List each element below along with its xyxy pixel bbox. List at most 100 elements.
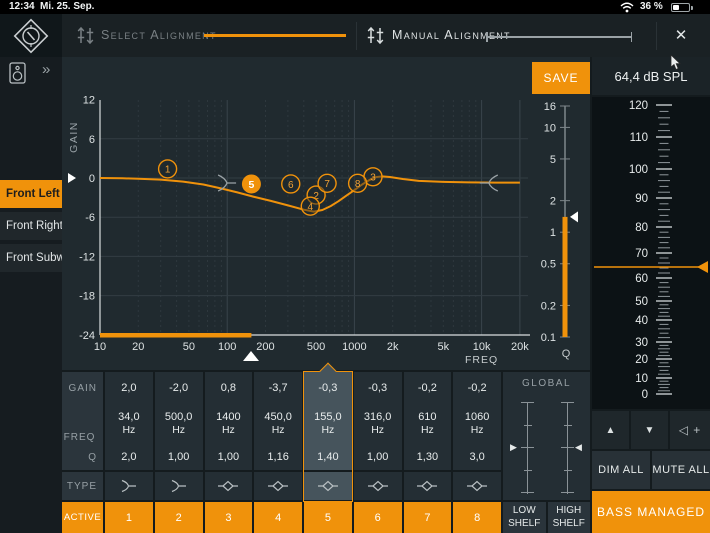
band-3-active-button[interactable]: 3	[205, 502, 253, 533]
date: Mi. 25. Sep.	[40, 1, 94, 12]
speaker-icon[interactable]	[9, 62, 26, 84]
svg-text:7: 7	[324, 179, 330, 190]
svg-text:Q: Q	[562, 348, 571, 360]
svg-text:2: 2	[550, 196, 556, 208]
band-5-active-button[interactable]: 5	[304, 502, 352, 533]
channel-front-right[interactable]: Front Right	[0, 212, 62, 240]
select-alignment-slider[interactable]	[204, 34, 346, 37]
band-5-type[interactable]	[304, 472, 352, 500]
expand-sidebar-icon[interactable]: »	[42, 61, 49, 78]
spl-readout: 64,4 dB SPL	[592, 57, 710, 95]
select-alignment-label: Select Alignment	[101, 28, 217, 42]
band-gain-value[interactable]: -3,7	[254, 372, 302, 404]
level-up-button[interactable]: ▲	[592, 411, 629, 449]
svg-text:3: 3	[370, 173, 376, 184]
dim-all-button[interactable]: DIM ALL	[592, 451, 650, 489]
slider-tick	[561, 402, 574, 403]
band-freq-value[interactable]: 610Hz	[404, 404, 452, 444]
channel-front-subwoofer[interactable]: Front Subwoofer	[0, 244, 62, 272]
band-gain-value[interactable]: -0,2	[404, 372, 452, 404]
svg-text:-18: -18	[79, 291, 95, 303]
band-2-type[interactable]	[155, 472, 203, 500]
band-7-values[interactable]: -0,2 610Hz 1,30	[404, 372, 452, 470]
band-freq-value[interactable]: 500,0Hz	[155, 404, 203, 444]
slider-pointer-right-icon[interactable]: ▶	[510, 442, 517, 453]
band-freq-value[interactable]: 1400Hz	[205, 404, 253, 444]
svg-text:0.5: 0.5	[541, 259, 556, 271]
band-freq-value[interactable]: 34,0Hz	[105, 404, 153, 444]
band-gain-value[interactable]: -0,3	[304, 372, 352, 404]
band-8-active-button[interactable]: 8	[453, 502, 501, 533]
band-4-type[interactable]	[254, 472, 302, 500]
svg-text:10k: 10k	[473, 341, 491, 353]
q-slider[interactable]	[563, 217, 568, 337]
band-1-active-button[interactable]: 1	[105, 502, 153, 533]
band-q-value[interactable]: 1,00	[205, 444, 253, 470]
band-q-value[interactable]: 1,30	[404, 444, 452, 470]
band-freq-value[interactable]: 155,0Hz	[304, 404, 352, 444]
band-5-values[interactable]: -0,3 155,0Hz 1,40	[304, 372, 352, 470]
bass-managed-button[interactable]: BASS MANAGED	[592, 491, 710, 533]
svg-text:16: 16	[544, 101, 556, 113]
band-q-value[interactable]: 1,00	[155, 444, 203, 470]
svg-text:100: 100	[218, 341, 236, 353]
high-shelf-button[interactable]: HIGH SHELF	[548, 502, 591, 533]
toolbar-divider	[356, 22, 357, 50]
svg-text:80: 80	[635, 222, 648, 234]
band-8-values[interactable]: -0,2 1060Hz 3,0	[453, 372, 501, 470]
band-3-type[interactable]	[205, 472, 253, 500]
slider-pointer-left-icon[interactable]: ◀	[575, 442, 582, 453]
close-button[interactable]: ✕	[664, 20, 698, 50]
band-gain-value[interactable]: -0,2	[453, 372, 501, 404]
band-freq-value[interactable]: 316,0Hz	[354, 404, 402, 444]
band-7-type[interactable]	[404, 472, 452, 500]
band-6-values[interactable]: -0,3 316,0Hz 1,00	[354, 372, 402, 470]
global-low-shelf-slider[interactable]	[527, 402, 528, 494]
band-1-type[interactable]	[105, 472, 153, 500]
level-meter[interactable]: 1201101009080706050403020100	[592, 97, 710, 409]
band-freq-value[interactable]: 1060Hz	[453, 404, 501, 444]
save-button[interactable]: SAVE	[532, 62, 590, 94]
band-q-value[interactable]: 2,0	[105, 444, 153, 470]
band-q-value[interactable]: 1,40	[304, 444, 352, 470]
slider-tick	[561, 492, 574, 493]
top-toolbar: Select Alignment Manual Alignment ✕	[0, 14, 710, 57]
band-2-values[interactable]: -2,0 500,0Hz 1,00	[155, 372, 203, 470]
filter-type-icon	[215, 478, 241, 494]
level-down-button[interactable]: ▼	[631, 411, 668, 449]
eq-chart-svg[interactable]: 1260-6-12-18-2410205010020050010002k5k10…	[62, 57, 590, 370]
eq-band-table: GAIN FREQ Q 2,0 34,0Hz 2,0 -2,0 500,0Hz …	[62, 372, 590, 533]
band-4-active-button[interactable]: 4	[254, 502, 302, 533]
manual-alignment-slider[interactable]	[486, 36, 632, 38]
toolbar-divider	[656, 22, 657, 50]
band-6-type[interactable]	[354, 472, 402, 500]
svg-text:100: 100	[629, 164, 648, 176]
svg-text:120: 120	[629, 100, 648, 112]
mute-all-button[interactable]: MUTE ALL	[652, 451, 710, 489]
band-q-value[interactable]: 1,00	[354, 444, 402, 470]
band-gain-value[interactable]: -0,3	[354, 372, 402, 404]
band-4-values[interactable]: -3,7 450,0Hz 1,16	[254, 372, 302, 470]
faders-icon	[366, 26, 386, 45]
svg-text:1: 1	[165, 165, 171, 176]
add-channel-button[interactable]: ◁ +	[670, 411, 710, 449]
band-freq-value[interactable]: 450,0Hz	[254, 404, 302, 444]
channel-front-left[interactable]: Front Left	[0, 180, 62, 208]
band-3-values[interactable]: 0,8 1400Hz 1,00	[205, 372, 253, 470]
band-1-values[interactable]: 2,0 34,0Hz 2,0	[105, 372, 153, 470]
global-high-shelf-slider[interactable]	[567, 402, 568, 494]
band-2-active-button[interactable]: 2	[155, 502, 203, 533]
band-gain-value[interactable]: 2,0	[105, 372, 153, 404]
band-6-active-button[interactable]: 6	[354, 502, 402, 533]
q-row-label: Q	[62, 444, 103, 470]
band-8-type[interactable]	[453, 472, 501, 500]
band-gain-value[interactable]: -2,0	[155, 372, 203, 404]
band-7-active-button[interactable]: 7	[404, 502, 452, 533]
svg-text:0: 0	[89, 173, 95, 185]
slider-tick	[521, 492, 534, 493]
band-gain-value[interactable]: 0,8	[205, 372, 253, 404]
band-q-value[interactable]: 1,16	[254, 444, 302, 470]
selected-band-freq-marker[interactable]	[243, 351, 259, 361]
low-shelf-button[interactable]: LOW SHELF	[503, 502, 546, 533]
band-q-value[interactable]: 3,0	[453, 444, 501, 470]
